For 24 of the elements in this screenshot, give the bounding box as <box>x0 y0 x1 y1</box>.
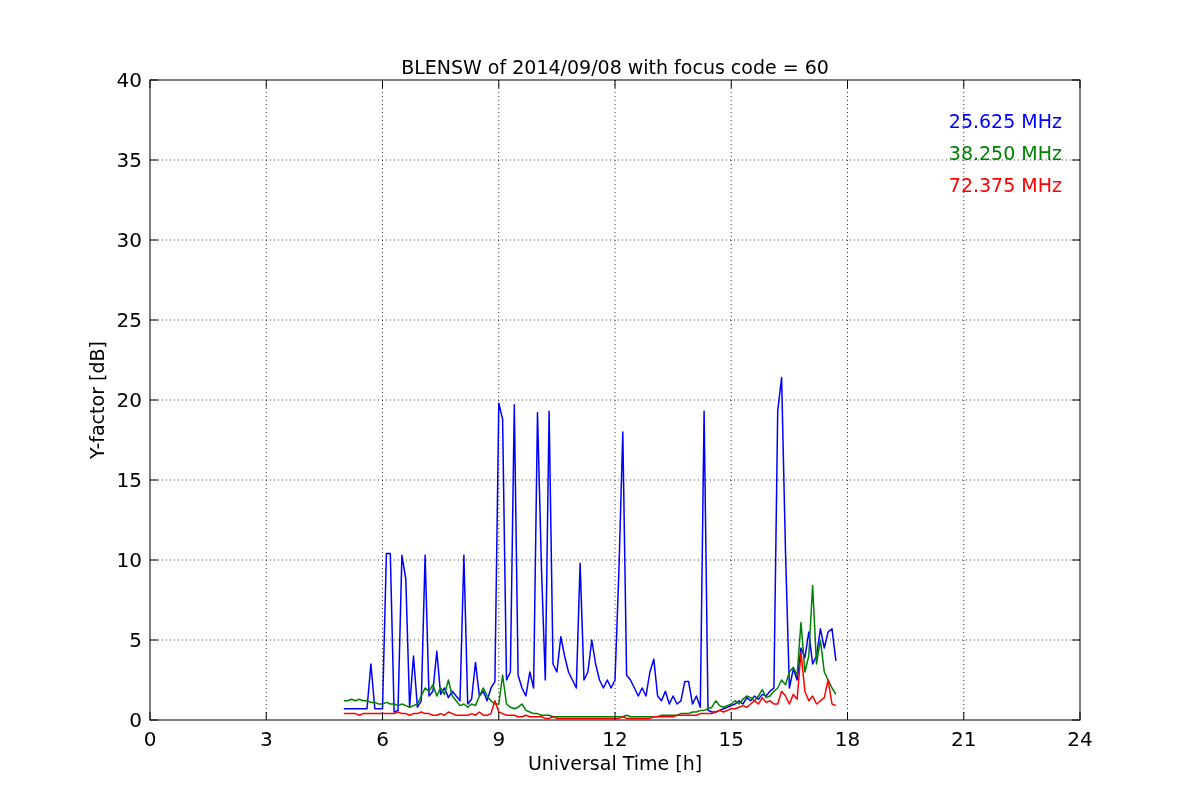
x-tick-label: 9 <box>492 727 506 751</box>
x-axis-label: Universal Time [h] <box>527 752 703 774</box>
y-tick-label: 15 <box>116 468 142 492</box>
legend-label: 25.625 MHz <box>948 110 1062 132</box>
x-tick-label: 18 <box>834 727 861 751</box>
y-tick-label: 10 <box>116 548 142 572</box>
x-tick-label: 12 <box>602 727 628 751</box>
y-tick-label: 20 <box>116 388 142 412</box>
y-tick-label: 0 <box>129 708 142 732</box>
legend-label: 72.375 MHz <box>948 174 1062 196</box>
y-tick-label: 30 <box>116 228 142 252</box>
x-tick-label: 24 <box>1067 727 1093 751</box>
x-tick-label: 15 <box>718 727 744 751</box>
legend-label: 38.250 MHz <box>948 142 1062 164</box>
x-tick-label: 21 <box>951 727 977 751</box>
y-tick-label: 40 <box>116 68 142 92</box>
y-tick-label: 35 <box>116 148 142 172</box>
y-tick-label: 25 <box>116 308 142 332</box>
chart-title: BLENSW of 2014/09/08 with focus code = 60 <box>401 56 829 78</box>
x-tick-label: 6 <box>376 727 389 751</box>
y-tick-label: 5 <box>129 628 142 652</box>
x-tick-label: 3 <box>259 727 273 751</box>
y-axis-label: Y-factor [dB] <box>86 341 108 459</box>
x-tick-label: 0 <box>143 727 157 751</box>
